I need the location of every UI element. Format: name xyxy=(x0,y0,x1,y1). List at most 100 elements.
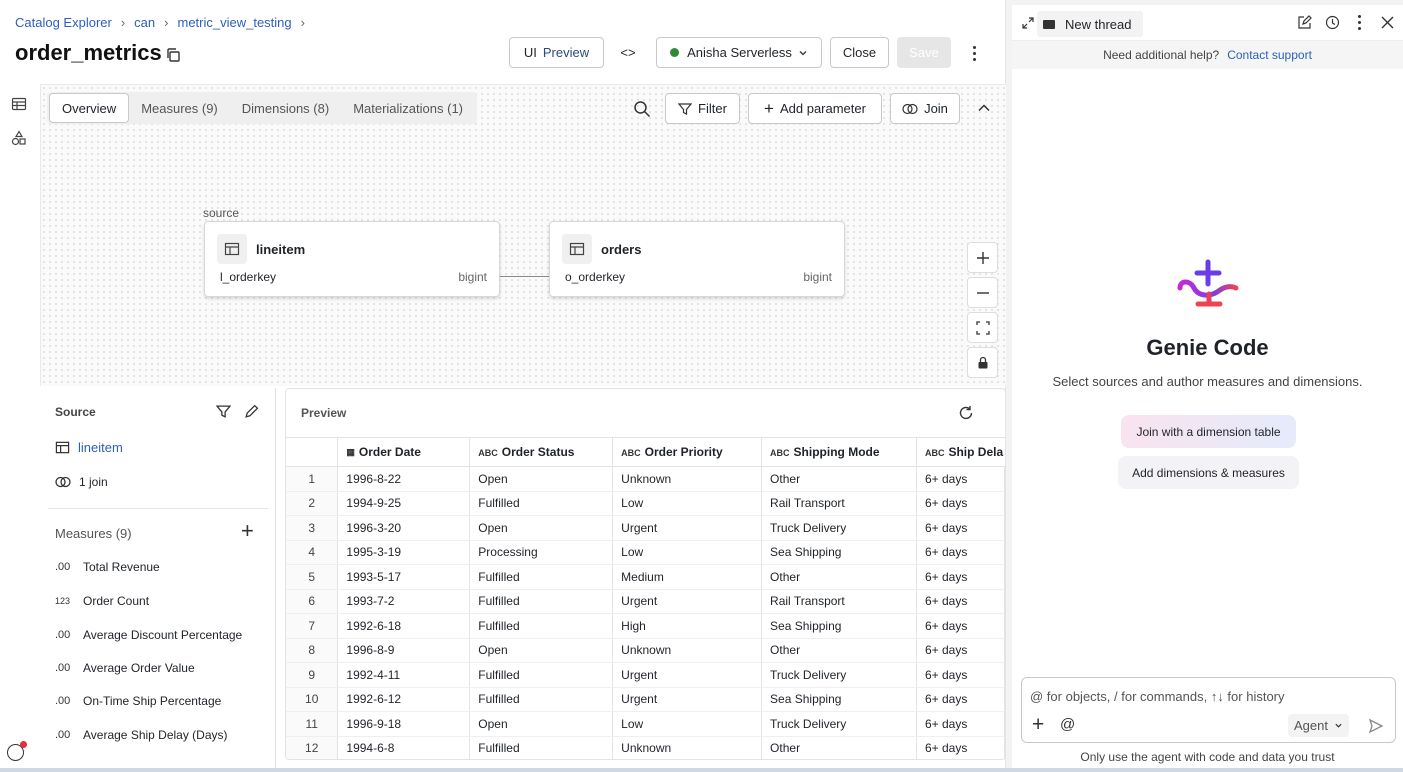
chevron-up-icon[interactable] xyxy=(977,101,991,115)
lock-button[interactable] xyxy=(967,347,998,378)
ui-preview-toggle[interactable]: UI Preview xyxy=(509,37,604,68)
node-name: orders xyxy=(601,242,642,257)
fit-view-button[interactable] xyxy=(967,312,998,343)
column-header[interactable]: ABC Order Priority xyxy=(612,437,763,467)
add-measure-button[interactable]: + xyxy=(241,520,254,542)
close-button[interactable]: Close xyxy=(830,37,889,68)
edit-icon[interactable] xyxy=(244,404,259,419)
measure-item[interactable]: .00 Average Order Value xyxy=(55,661,195,675)
measure-item[interactable]: .00 Total Revenue xyxy=(55,560,160,574)
close-icon[interactable] xyxy=(1381,16,1394,29)
measures-heading: Measures (9) xyxy=(55,526,132,541)
table-row: 3 1996-3-20 Open Urgent Truck Delivery 6+ day… xyxy=(286,515,1005,541)
assistant-panel: New thread Need additional help? Contact… xyxy=(1012,5,1403,772)
copy-icon[interactable] xyxy=(165,47,181,63)
expand-icon[interactable] xyxy=(1022,17,1034,29)
table-icon[interactable] xyxy=(11,96,27,112)
filter-label: Filter xyxy=(698,101,727,116)
row-number-header xyxy=(286,437,339,467)
node-name: lineitem xyxy=(256,242,306,257)
tab-overview[interactable]: Overview xyxy=(49,93,130,123)
lock-icon xyxy=(978,356,987,369)
chevron-down-icon xyxy=(799,50,807,55)
compute-selector[interactable]: Anisha Serverless xyxy=(656,37,822,68)
string-type-icon: ABC xyxy=(924,447,945,458)
table-row: 5 1993-5-17 Fulfilled Medium Other 6+ days xyxy=(286,564,1005,590)
ui-label: UI xyxy=(523,45,537,60)
chat-composer: @ for objects, / for commands, ↑↓ for hi… xyxy=(1021,677,1396,743)
breadcrumb-separator: › xyxy=(300,15,305,30)
measure-item[interactable]: .00 On-Time Ship Percentage xyxy=(55,694,221,708)
mode-selector[interactable]: Agent xyxy=(1288,714,1349,737)
more-options-icon[interactable] xyxy=(966,42,982,64)
source-table-name: lineitem xyxy=(78,440,123,455)
add-parameter-label: Add parameter xyxy=(779,101,866,116)
join-label: Join xyxy=(924,101,948,116)
source-table-link[interactable]: lineitem xyxy=(55,440,123,455)
thread-tab-label: New thread xyxy=(1065,16,1132,32)
fit-view-icon xyxy=(975,320,990,335)
more-options-icon[interactable] xyxy=(1358,15,1361,30)
table-node-lineitem[interactable]: lineitem l_orderkey bigint xyxy=(204,221,500,297)
tab-measures[interactable]: Measures (9) xyxy=(129,93,230,123)
decimal-type-icon: .00 xyxy=(55,695,71,707)
plus-icon: + xyxy=(764,99,774,118)
send-icon[interactable] xyxy=(1368,718,1384,734)
notification-dot xyxy=(20,741,27,748)
minus-icon xyxy=(976,291,989,294)
tab-dimensions[interactable]: Dimensions (8) xyxy=(230,93,341,123)
source-panel: Source lineitem 1 join Measures (9) + .0… xyxy=(40,388,276,772)
tab-materializations[interactable]: Materializations (1) xyxy=(341,93,475,123)
genie-logo-icon xyxy=(1177,259,1239,307)
terminal-icon xyxy=(1043,19,1055,29)
preview-table: ▦ Order Date ABC Order Status ABC Order Pri… xyxy=(286,437,1005,759)
refresh-icon[interactable] xyxy=(958,405,974,421)
measure-item[interactable]: .00 Average Discount Percentage xyxy=(55,628,242,642)
table-icon xyxy=(562,234,592,264)
join-button[interactable]: Join xyxy=(890,93,960,124)
node-column-type: bigint xyxy=(803,270,832,284)
mention-button[interactable]: @ xyxy=(1060,716,1075,733)
mode-label: Agent xyxy=(1294,718,1328,733)
bottom-border xyxy=(0,768,1403,772)
measure-item[interactable]: .00 Average Ship Delay (Days) xyxy=(55,728,228,742)
shapes-icon[interactable] xyxy=(11,130,27,146)
filter-icon[interactable] xyxy=(216,404,231,419)
zoom-out-button[interactable] xyxy=(967,277,998,308)
filter-button[interactable]: Filter xyxy=(665,93,740,124)
joins-item[interactable]: 1 join xyxy=(55,475,108,489)
decimal-type-icon: .00 xyxy=(55,561,71,573)
add-attachment-button[interactable]: + xyxy=(1032,714,1044,735)
history-icon[interactable] xyxy=(1325,15,1340,30)
history-icon[interactable] xyxy=(7,741,27,761)
measure-item[interactable]: 123 Order Count xyxy=(55,594,149,608)
breadcrumb-schema[interactable]: metric_view_testing xyxy=(177,15,291,30)
column-header[interactable]: ABC Order Status xyxy=(469,437,614,467)
suggestion-chip[interactable]: Add dimensions & measures xyxy=(1118,456,1299,489)
table-row: 9 1992-4-11 Fulfilled Urgent Truck Delivery 6… xyxy=(286,662,1005,688)
save-button[interactable]: Save xyxy=(897,37,951,68)
search-icon[interactable] xyxy=(633,100,651,118)
breadcrumb-catalog[interactable]: can xyxy=(134,15,155,30)
contact-support-link[interactable]: Contact support xyxy=(1227,48,1312,62)
chevron-down-icon xyxy=(1335,723,1342,728)
column-header[interactable]: ABC Shipping Mode xyxy=(761,437,917,467)
node-column: l_orderkey xyxy=(220,270,277,284)
zoom-in-button[interactable] xyxy=(967,242,998,273)
column-header[interactable]: ▦ Order Date xyxy=(337,437,471,467)
divider xyxy=(48,508,268,509)
source-label: source xyxy=(203,206,240,220)
tab-new-thread[interactable]: New thread xyxy=(1037,11,1144,37)
new-chat-icon[interactable] xyxy=(1297,15,1312,30)
table-node-orders[interactable]: orders o_orderkey bigint xyxy=(549,221,845,297)
breadcrumb-catalog-explorer[interactable]: Catalog Explorer xyxy=(15,15,112,30)
column-header[interactable]: ABC Ship Dela xyxy=(916,437,1005,467)
help-banner: Need additional help? Contact support xyxy=(1012,41,1403,69)
status-dot-icon xyxy=(670,48,680,57)
integer-type-icon: 123 xyxy=(55,596,71,606)
suggestion-chip[interactable]: Join with a dimension table xyxy=(1121,415,1296,448)
chat-input[interactable]: @ for objects, / for commands, ↑↓ for hi… xyxy=(1030,689,1285,704)
graph-canvas[interactable]: Overview Measures (9) Dimensions (8) Mat… xyxy=(40,84,1006,386)
add-parameter-button[interactable]: + Add parameter xyxy=(748,93,882,124)
code-view-button[interactable]: <> xyxy=(610,37,646,68)
